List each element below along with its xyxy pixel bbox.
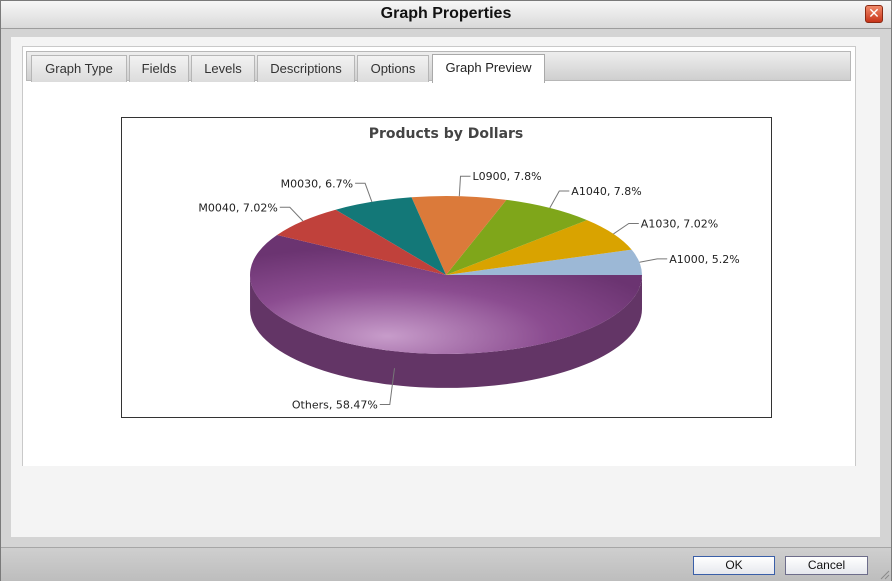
close-button[interactable]: ✕ bbox=[865, 5, 883, 23]
tab-levels[interactable]: Levels bbox=[191, 55, 255, 82]
graph-preview-chart: Products by Dollars Others, 58.47% A1000,… bbox=[121, 117, 772, 418]
slice-label-a1000: A1000, 5.2% bbox=[669, 253, 739, 266]
dialog-body: Graph Type Fields Levels Descriptions Op… bbox=[11, 37, 880, 537]
slice-label-a1030: A1030, 7.02% bbox=[641, 218, 718, 231]
slice-label-m0040: M0040, 7.02% bbox=[198, 201, 277, 214]
pie-chart-svg: Products by Dollars Others, 58.47% A1000,… bbox=[198, 126, 739, 412]
dialog-footer: OK Cancel bbox=[1, 547, 891, 581]
slice-label-m0030: M0030, 6.7% bbox=[281, 177, 353, 190]
label-leader-line bbox=[639, 258, 668, 263]
tab-panel: Graph Type Fields Levels Descriptions Op… bbox=[22, 46, 856, 466]
resize-grip-icon[interactable] bbox=[878, 568, 890, 580]
close-icon: ✕ bbox=[868, 6, 880, 22]
label-leader-line bbox=[458, 175, 471, 197]
tab-descriptions[interactable]: Descriptions bbox=[257, 55, 355, 82]
tab-strip: Graph Type Fields Levels Descriptions Op… bbox=[26, 51, 851, 83]
graph-properties-dialog: Graph Properties ✕ Graph Type Fields Lev… bbox=[0, 0, 892, 581]
label-leader-line bbox=[549, 190, 570, 209]
label-leader-line bbox=[355, 182, 373, 203]
tab-fields[interactable]: Fields bbox=[129, 55, 189, 82]
ok-button[interactable]: OK bbox=[693, 556, 775, 575]
cancel-button[interactable]: Cancel bbox=[785, 556, 868, 575]
dialog-title: Graph Properties bbox=[380, 5, 512, 22]
tab-graph-type[interactable]: Graph Type bbox=[31, 55, 127, 82]
slice-label-l0900: L0900, 7.8% bbox=[473, 170, 542, 183]
slice-label-others: Others, 58.47% bbox=[292, 399, 378, 412]
label-leader-line bbox=[613, 223, 639, 235]
tab-options[interactable]: Options bbox=[357, 55, 429, 82]
chart-title: Products by Dollars bbox=[369, 126, 524, 142]
slice-label-a1040: A1040, 7.8% bbox=[571, 185, 641, 198]
title-bar[interactable]: Graph Properties ✕ bbox=[1, 1, 891, 29]
tab-graph-preview[interactable]: Graph Preview bbox=[432, 54, 545, 83]
label-leader-line bbox=[279, 206, 304, 222]
